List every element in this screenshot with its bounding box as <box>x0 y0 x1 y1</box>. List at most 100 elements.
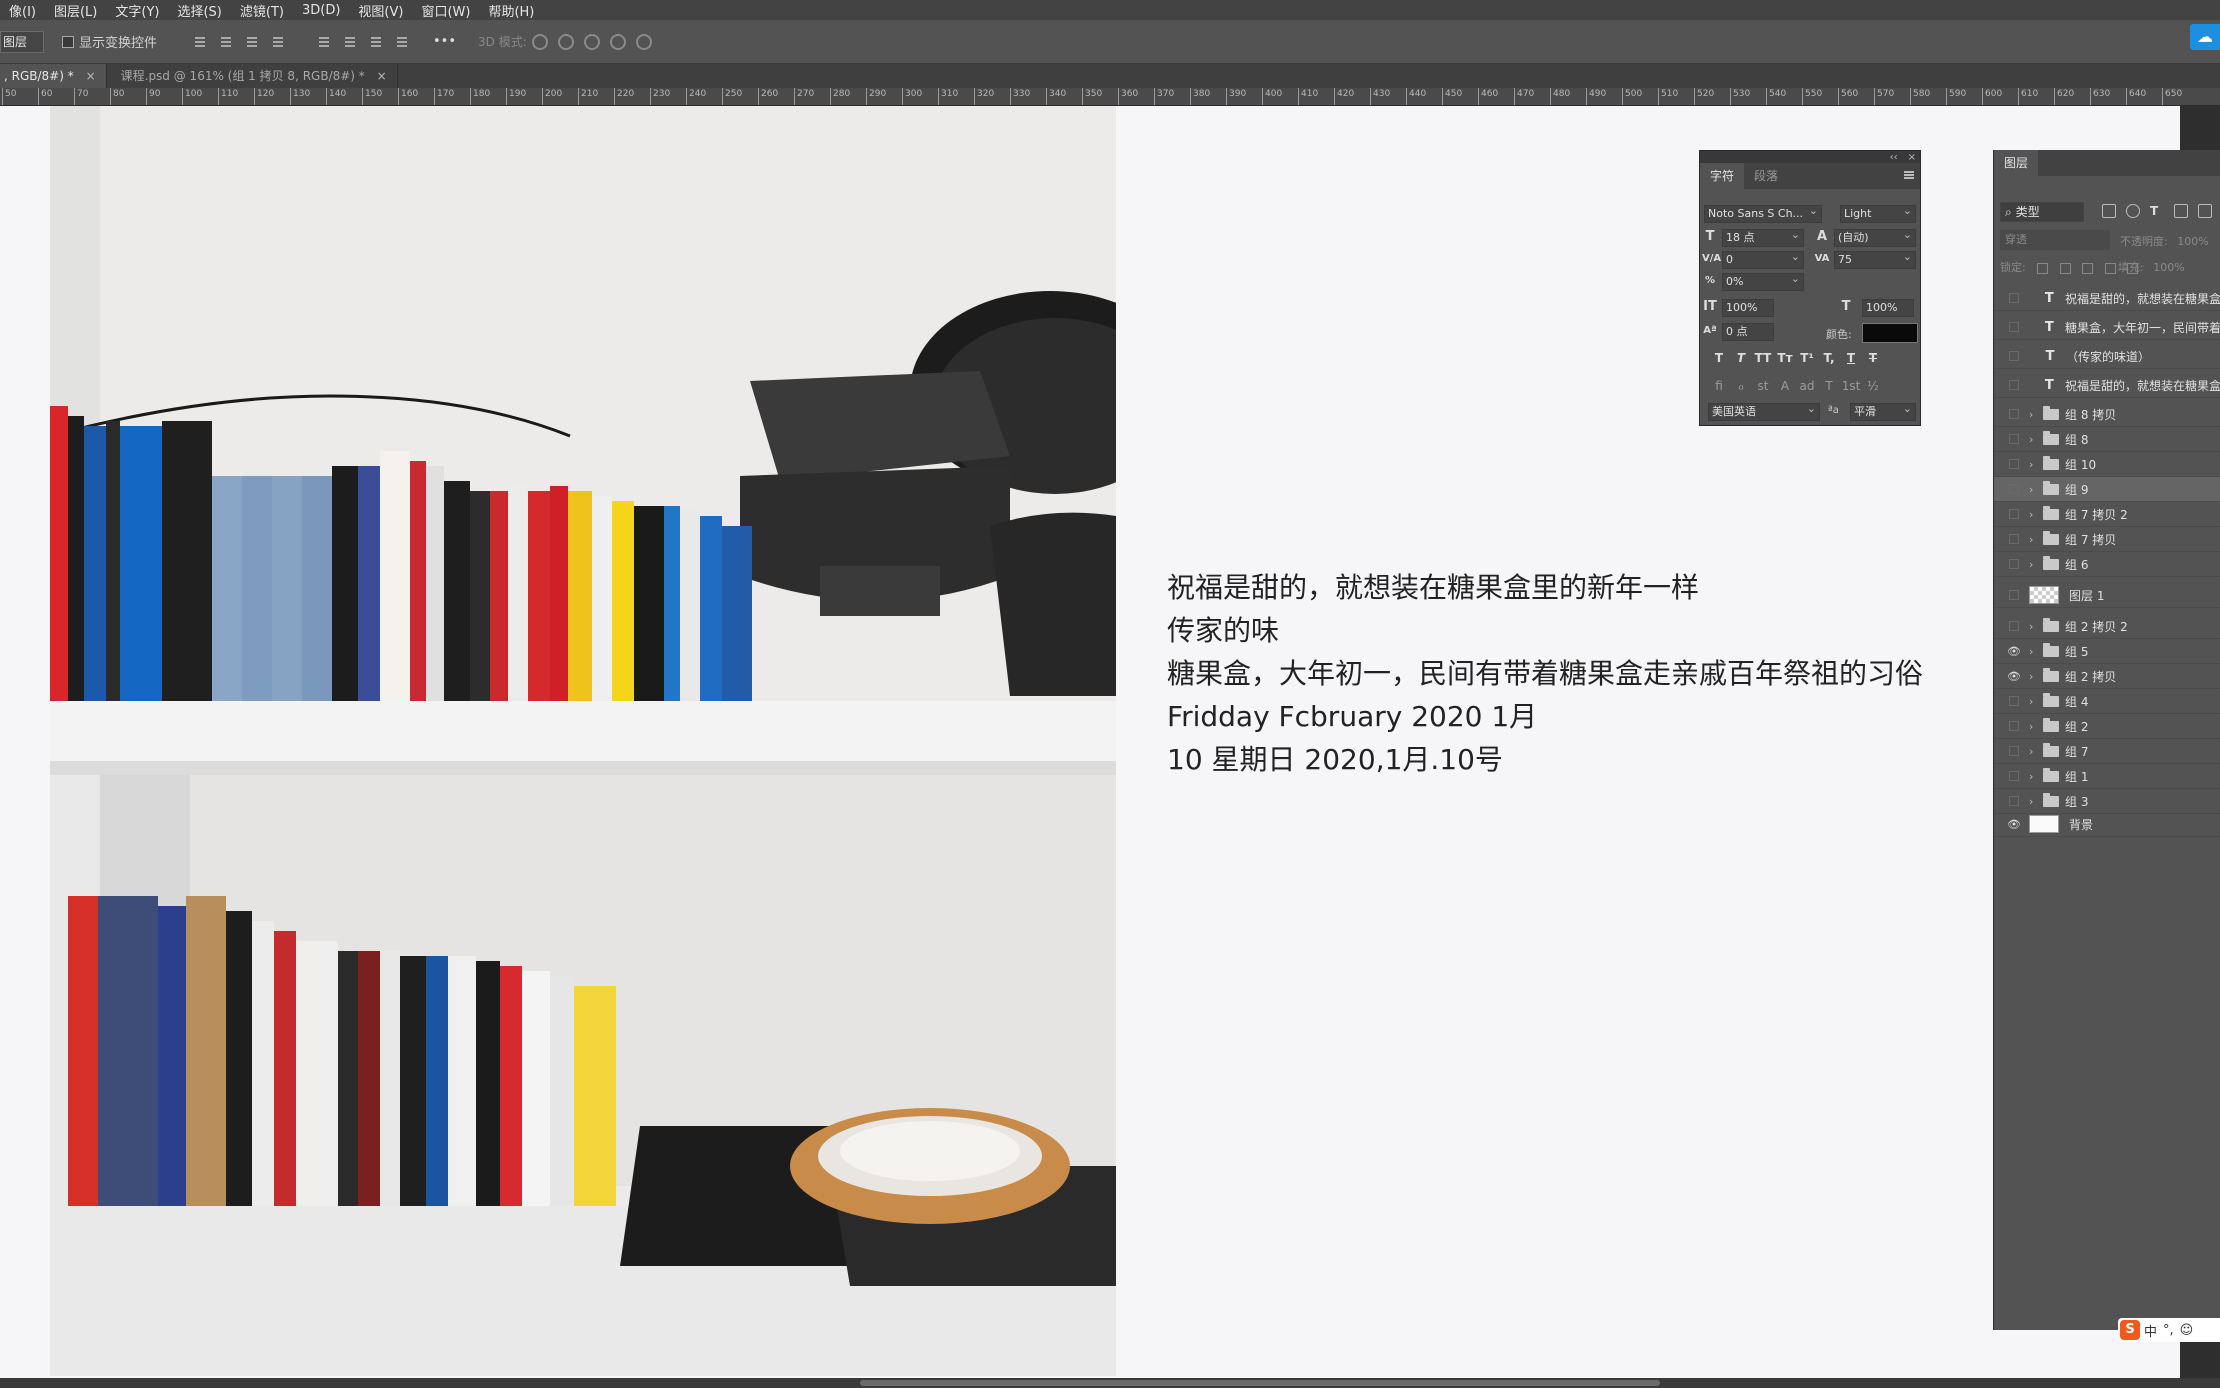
align-left-icon[interactable] <box>193 35 207 49</box>
canvas-text-line[interactable]: 祝福是甜的，就想装在糖果盒里的新年一样 <box>1167 566 1923 609</box>
filter-pixel-icon[interactable] <box>2102 204 2116 218</box>
visibility-toggle[interactable] <box>2009 322 2019 332</box>
visibility-toggle[interactable] <box>2009 509 2019 519</box>
font-style-select[interactable]: Light <box>1840 205 1916 223</box>
group-layer-row[interactable]: › 组 7 拷贝 2 <box>1994 502 2220 527</box>
align-center-icon[interactable] <box>219 35 233 49</box>
visibility-eye-icon[interactable]: 👁 <box>2004 670 2024 683</box>
text-layer-row[interactable]: T 糖果盒，大年初一，民间带着 <box>1994 315 2220 340</box>
lock-transparency-icon[interactable] <box>2037 262 2049 274</box>
language-select[interactable]: 美国英语 <box>1708 403 1820 421</box>
expand-chevron-icon[interactable]: › <box>2029 770 2039 783</box>
tsume-field[interactable]: 0% <box>1722 273 1804 291</box>
expand-chevron-icon[interactable]: › <box>2029 508 2039 521</box>
group-layer-row[interactable]: › 组 7 <box>1994 739 2220 764</box>
visibility-toggle[interactable] <box>2009 771 2019 781</box>
visibility-toggle[interactable] <box>2009 721 2019 731</box>
expand-chevron-icon[interactable]: › <box>2029 408 2039 421</box>
align-middle-icon[interactable] <box>343 35 357 49</box>
group-layer-row[interactable]: › 组 6 <box>1994 552 2220 577</box>
cloud-share-button[interactable]: ☁ <box>2190 24 2220 50</box>
group-layer-row[interactable]: › 组 9 <box>1994 477 2220 502</box>
group-layer-row[interactable]: 👁 › 组 5 <box>1994 639 2220 664</box>
group-layer-row[interactable]: › 组 8 拷贝 <box>1994 402 2220 427</box>
group-layer-row[interactable]: › 组 2 拷贝 2 <box>1994 614 2220 639</box>
text-layer-row[interactable]: T （传家的味道） <box>1994 344 2220 369</box>
menu-item[interactable]: 选择(S) <box>168 1 230 20</box>
opacity-value[interactable]: 100% <box>2177 235 2208 248</box>
text-layer-row[interactable]: T 祝福是甜的，就想装在糖果盒 <box>1994 286 2220 311</box>
roll-3d-icon[interactable] <box>557 33 574 50</box>
slide-3d-icon[interactable] <box>609 33 626 50</box>
canvas-text-line[interactable]: 糖果盒，大年初一，民间有带着糖果盒走亲戚百年祭祖的习俗 <box>1167 652 1923 695</box>
filter-smartobject-icon[interactable] <box>2198 204 2212 218</box>
horizontal-scale-field[interactable]: 100% <box>1862 299 1914 317</box>
expand-chevron-icon[interactable]: › <box>2029 695 2039 708</box>
vertical-scale-field[interactable]: 100% <box>1722 299 1774 317</box>
group-layer-row[interactable]: › 组 10 <box>1994 452 2220 477</box>
group-layer-row[interactable]: › 组 7 拷贝 <box>1994 527 2220 552</box>
underline-button[interactable]: T <box>1840 351 1862 365</box>
fill-control[interactable]: 填充: 100% <box>2118 259 2185 275</box>
visibility-toggle[interactable] <box>2009 590 2019 600</box>
visibility-toggle[interactable] <box>2009 559 2019 569</box>
distribute-vertical-icon[interactable] <box>395 35 409 49</box>
faux-bold-button[interactable]: T <box>1708 351 1730 365</box>
leading-field[interactable]: (自动) <box>1834 229 1916 247</box>
visibility-toggle[interactable] <box>2009 746 2019 756</box>
tab-character[interactable]: 字符 <box>1700 163 1745 189</box>
visibility-toggle[interactable] <box>2009 380 2019 390</box>
horizontal-ruler[interactable]: 50 60 70 80 90 100 110 120 130 140 150 160 170 180 190… <box>0 88 2220 106</box>
expand-chevron-icon[interactable]: › <box>2029 670 2039 683</box>
visibility-toggle[interactable] <box>2009 351 2019 361</box>
font-family-select[interactable]: Noto Sans S Ch... <box>1704 205 1822 223</box>
lock-pixels-icon[interactable] <box>2059 262 2071 274</box>
strikethrough-button[interactable]: T <box>1862 351 1884 365</box>
collapse-icon[interactable]: ‹‹ <box>1890 152 1898 163</box>
document-tab[interactable]: 课程.psd @ 161% (组 1 拷贝 8, RGB/8#) * × <box>107 64 398 88</box>
expand-chevron-icon[interactable]: › <box>2029 483 2039 496</box>
ime-toolbar[interactable]: S 中 °, ☺ <box>2118 1318 2220 1342</box>
filter-type-icon[interactable]: T <box>2150 204 2164 218</box>
expand-chevron-icon[interactable]: › <box>2029 558 2039 571</box>
group-layer-row[interactable]: › 组 1 <box>1994 764 2220 789</box>
panel-titlebar[interactable]: ‹‹ × <box>1700 151 1920 163</box>
distribute-icon[interactable] <box>271 35 285 49</box>
fill-value[interactable]: 100% <box>2153 261 2184 274</box>
expand-chevron-icon[interactable]: › <box>2029 620 2039 633</box>
tracking-field[interactable]: 75 <box>1834 251 1916 269</box>
filter-adjustment-icon[interactable] <box>2126 204 2140 218</box>
expand-chevron-icon[interactable]: › <box>2029 433 2039 446</box>
tab-layers[interactable]: 图层 <box>1994 150 2039 176</box>
menu-item[interactable]: 窗口(W) <box>412 1 479 20</box>
visibility-toggle[interactable] <box>2009 484 2019 494</box>
canvas-text-line[interactable]: 10 星期日 2020,1月.10号 <box>1167 738 1923 781</box>
align-right-icon[interactable] <box>245 35 259 49</box>
scale-3d-icon[interactable] <box>635 33 652 50</box>
kerning-field[interactable]: 0 <box>1722 251 1804 269</box>
blend-mode-select[interactable]: 穿透 <box>2000 230 2110 250</box>
panel-menu-icon[interactable] <box>1904 171 1914 173</box>
font-size-field[interactable]: 18 点 <box>1722 229 1804 247</box>
all-caps-button[interactable]: TT <box>1752 351 1774 365</box>
visibility-eye-icon[interactable]: 👁 <box>2004 818 2024 831</box>
visibility-toggle[interactable] <box>2009 696 2019 706</box>
close-tab-icon[interactable]: × <box>377 69 387 83</box>
menu-item[interactable]: 文字(Y) <box>106 1 168 20</box>
expand-chevron-icon[interactable]: › <box>2029 645 2039 658</box>
lock-position-icon[interactable] <box>2082 262 2094 274</box>
menu-item[interactable]: 3D(D) <box>293 3 349 18</box>
text-layer-row[interactable]: T 祝福是甜的，就想装在糖果盒 <box>1994 373 2220 398</box>
visibility-toggle[interactable] <box>2009 534 2019 544</box>
canvas-text-line[interactable]: 传家的味 <box>1167 609 1923 652</box>
fractions-button[interactable]: ½ <box>1862 379 1884 393</box>
background-layer-row[interactable]: 👁 背景 <box>1994 812 2220 837</box>
expand-chevron-icon[interactable]: › <box>2029 458 2039 471</box>
small-caps-button[interactable]: Tт <box>1774 351 1796 365</box>
filter-shape-icon[interactable] <box>2174 204 2188 218</box>
opacity-control[interactable]: 不透明度: 100% <box>2120 233 2209 249</box>
menu-item[interactable]: 像(I) <box>0 1 45 20</box>
visibility-toggle[interactable] <box>2009 459 2019 469</box>
show-transform-checkbox[interactable] <box>62 35 74 48</box>
ordinals-button[interactable]: 1st <box>1840 379 1862 393</box>
